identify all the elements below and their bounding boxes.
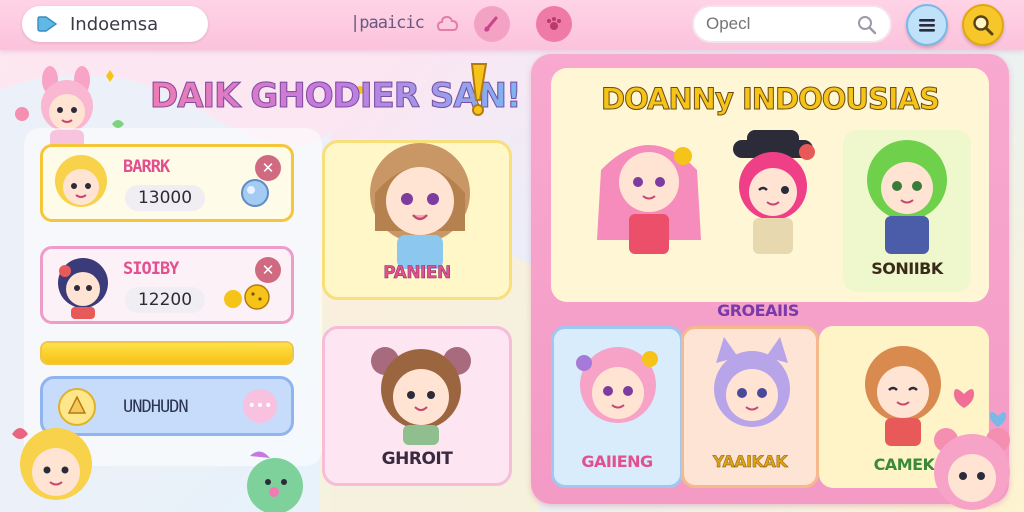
character-slot[interactable]: SONIIBK (843, 130, 971, 292)
cookie-icon (224, 284, 270, 310)
blonde-chibi-character (12, 428, 92, 500)
magnifier-icon (973, 15, 994, 36)
exclamation-icon (470, 63, 488, 116)
roster-top-section: DOANNy INDOOUSIAS SONIIBK GROEAIIS (551, 68, 989, 320)
blonde-avatar (55, 155, 107, 207)
character-slot[interactable] (587, 130, 709, 292)
player-card[interactable]: BARRK 13000 ✕ (40, 144, 294, 222)
close-icon[interactable]: ✕ (255, 155, 281, 181)
bear-ears-character (371, 347, 471, 445)
feature-name: PANIEN (383, 263, 451, 284)
pink-curly-character (576, 347, 658, 423)
character-name: YAAIKAK (712, 452, 788, 471)
app-title: Indoemsa (70, 13, 159, 35)
character-name: GROEAIIS (717, 301, 799, 320)
paw-icon[interactable] (536, 6, 572, 42)
player-name: BARRK (123, 157, 170, 177)
close-icon[interactable]: ✕ (255, 257, 281, 283)
action-button-label: UNDHUDN (123, 397, 189, 417)
green-hair-character (867, 140, 947, 254)
navy-hair-avatar (58, 258, 108, 319)
more-icon[interactable]: ••• (243, 389, 277, 423)
green-creature-character (247, 451, 303, 512)
feature-card[interactable]: PANIEN (322, 140, 512, 300)
search-box[interactable] (692, 5, 892, 43)
blue-orb-icon (241, 179, 269, 207)
cat-ears-character (714, 337, 790, 427)
player-score: 13000 (125, 185, 205, 211)
app-title-pill[interactable]: Indoemsa (22, 6, 208, 42)
player-score: 12200 (125, 287, 205, 313)
player-card[interactable]: SIOIBY 12200 ✕ (40, 246, 294, 324)
roster-title: DOANNy INDOOUSIAS (601, 82, 941, 117)
cloud-icon[interactable] (430, 6, 466, 42)
character-slot[interactable] (711, 130, 833, 292)
progress-fill (42, 343, 292, 363)
character-name: SONIIBK (871, 259, 943, 278)
menu-icon (919, 19, 935, 32)
character-slot[interactable]: GAIIENG (551, 326, 683, 488)
tag-icon (37, 16, 58, 32)
top-bar: Indoemsa |paaicic (0, 0, 1024, 50)
magnifier-button[interactable] (962, 4, 1004, 46)
main-title: DAIK GHODIER SAN! (150, 76, 523, 117)
player-name: SIOIBY (123, 259, 179, 279)
pink-bear-character (934, 428, 1010, 510)
hat-character (733, 130, 815, 254)
search-input[interactable] (706, 14, 846, 34)
brown-hair-character (370, 143, 470, 269)
feature-card[interactable]: GHROIT (322, 326, 512, 486)
search-icon[interactable] (856, 14, 878, 36)
character-name: GAIIENG (581, 452, 653, 471)
progress-bar (40, 341, 294, 365)
menu-button[interactable] (906, 4, 948, 46)
brush-icon[interactable] (474, 6, 510, 42)
character-slot[interactable]: YAAIKAK (681, 326, 819, 488)
heart-icons (954, 389, 1006, 427)
pink-hair-character (597, 145, 701, 254)
top-nav-label[interactable]: |paaicic (350, 13, 425, 33)
feature-name: GHROIT (381, 449, 453, 469)
